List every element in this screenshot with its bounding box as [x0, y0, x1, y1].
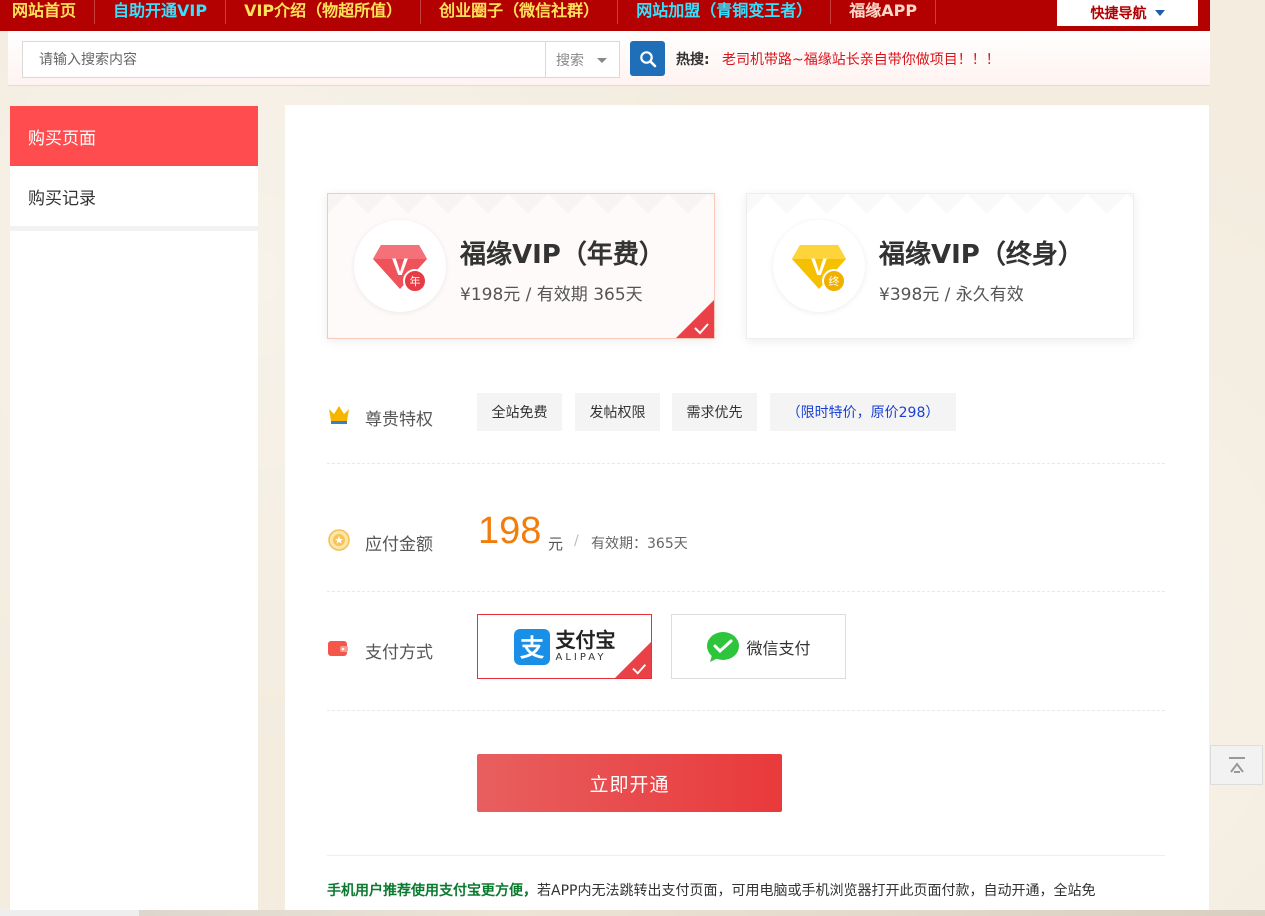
open-now-button[interactable]: 立即开通 [477, 754, 782, 812]
search-icon [639, 50, 656, 67]
payment-label: 支付方式 [365, 643, 433, 663]
privilege-tag: 发帖权限 [575, 393, 660, 431]
privileges-label: 尊贵特权 [365, 410, 433, 430]
privilege-tag: 全站免费 [477, 393, 562, 431]
bottom-strip [0, 910, 1265, 916]
search-input[interactable] [22, 41, 545, 78]
payment-notice: 手机用户推荐使用支付宝更方便，若APP内无法跳转出支付页面，可用电脑或手机浏览器… [327, 880, 1167, 900]
arrow-up-icon [1228, 757, 1245, 773]
svg-text:年: 年 [410, 274, 421, 288]
svg-text:支: 支 [520, 634, 545, 662]
sidebar-item-purchase[interactable]: 购买页面 [10, 106, 258, 166]
alipay-icon: 支 [513, 628, 550, 665]
divider [327, 463, 1165, 464]
nav-item-community[interactable]: 创业圈子（微信社群） [421, 0, 619, 24]
sidebar-divider [10, 226, 258, 231]
quick-nav-button[interactable]: 快捷导航 [1057, 0, 1198, 26]
notice-text: 若APP内无法跳转出支付页面，可用电脑或手机浏览器打开此页面付款，自动开通，全站… [537, 883, 1096, 899]
nav-item-open-vip[interactable]: 自助开通VIP [95, 0, 227, 24]
plan-subtitle: ¥398元 / 永久有效 [879, 285, 1024, 305]
plan-title: 福缘VIP（终身） [879, 240, 1084, 270]
search-type-value: 搜索 [556, 52, 584, 69]
alipay-name: 支付宝 [555, 628, 616, 652]
privilege-tag: 需求优先 [672, 393, 757, 431]
wechat-pay-icon [707, 631, 740, 662]
wechat-pay-name: 微信支付 [746, 638, 811, 658]
back-to-top-button[interactable] [1210, 745, 1263, 785]
divider [327, 710, 1165, 711]
chevron-down-icon [597, 58, 607, 63]
search-bar: 搜索 热搜: 老司机带路~福缘站长亲自带你做项目！！！ [8, 31, 1210, 86]
main-panel: V 年 福缘VIP（年费） ¥198元 / 有效期 365天 V 终 福缘VIP… [285, 105, 1209, 916]
notice-highlight: 手机用户推荐使用支付宝更方便， [327, 883, 537, 899]
pay-option-alipay[interactable]: 支 支付宝 ALIPAY [477, 614, 652, 679]
sidebar: 购买页面 购买记录 [10, 106, 258, 916]
svg-text:终: 终 [829, 274, 840, 288]
pay-option-wechat[interactable]: 微信支付 [671, 614, 846, 679]
check-icon [615, 642, 651, 678]
plan-card-lifetime[interactable]: V 终 福缘VIP（终身） ¥398元 / 永久有效 [746, 193, 1134, 339]
quick-nav-label: 快捷导航 [1090, 6, 1147, 22]
amount-separator: / [574, 533, 579, 549]
top-nav: 网站首页 自助开通VIP VIP介绍（物超所值） 创业圈子（微信社群） 网站加盟… [0, 0, 1210, 31]
nav-item-vip-intro[interactable]: VIP介绍（物超所值） [226, 0, 422, 24]
vip-lifetime-badge-icon: V 终 [773, 220, 865, 312]
amount-value: 198 [478, 510, 542, 552]
medal-icon [328, 529, 350, 551]
nav-item-app[interactable]: 福缘APP [831, 0, 937, 24]
plan-title: 福缘VIP（年费） [460, 240, 665, 270]
chevron-down-icon [1154, 10, 1165, 16]
alipay-sub: ALIPAY [555, 652, 607, 663]
sidebar-item-records[interactable]: 购买记录 [10, 166, 258, 226]
check-icon [676, 300, 714, 338]
hot-search-label: 热搜: [676, 52, 710, 68]
vip-year-badge-icon: V 年 [354, 220, 446, 312]
nav-item-home[interactable]: 网站首页 [0, 0, 96, 24]
amount-period: 有效期：365天 [591, 536, 688, 552]
amount-label: 应付金额 [365, 535, 433, 555]
divider [327, 855, 1165, 856]
hot-search-link[interactable]: 老司机带路~福缘站长亲自带你做项目！！！ [722, 49, 1000, 69]
plan-subtitle: ¥198元 / 有效期 365天 [460, 285, 643, 305]
divider [327, 591, 1165, 592]
plan-card-yearly[interactable]: V 年 福缘VIP（年费） ¥198元 / 有效期 365天 [327, 193, 715, 339]
promo-tag: （限时特价，原价298） [770, 393, 956, 431]
wallet-icon [328, 641, 348, 656]
amount-unit: 元 [548, 535, 564, 553]
search-button[interactable] [630, 41, 665, 76]
search-type-select[interactable]: 搜索 [545, 41, 620, 78]
nav-item-join[interactable]: 网站加盟（青铜变王者） [618, 0, 832, 24]
crown-icon [329, 406, 349, 424]
